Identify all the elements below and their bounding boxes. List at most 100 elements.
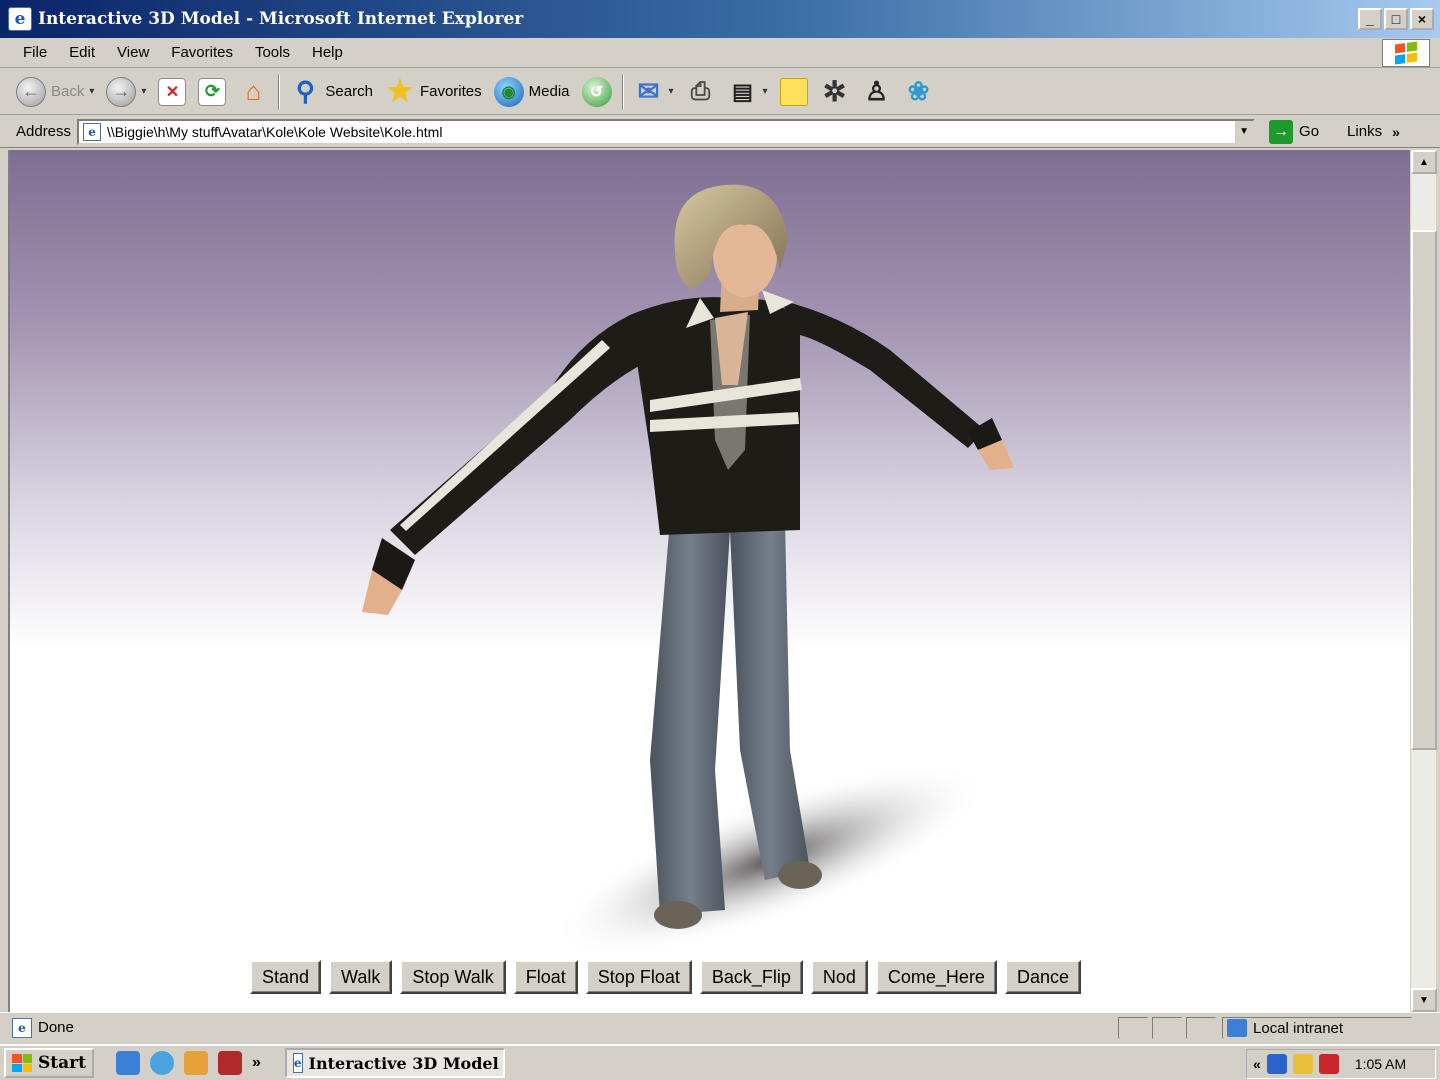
avatar-right-arm	[780, 300, 985, 448]
address-input[interactable]: e \\Biggie\h\My stuff\Avatar\Kole\Kole W…	[77, 118, 1256, 145]
security-zone[interactable]: Local intranet	[1222, 1017, 1412, 1039]
print-button[interactable]: ⎙	[680, 72, 722, 112]
tray-user-icon[interactable]	[1266, 1054, 1287, 1074]
quicklaunch-chevron-icon[interactable]: »	[252, 1054, 261, 1072]
menu-view[interactable]: View	[106, 44, 160, 61]
links-chevron-icon[interactable]: »	[1392, 124, 1400, 140]
close-button[interactable]: ×	[1410, 8, 1434, 30]
menu-edit[interactable]: Edit	[58, 44, 106, 61]
favorites-label: Favorites	[419, 83, 482, 100]
address-url[interactable]: \\Biggie\h\My stuff\Avatar\Kole\Kole Web…	[107, 124, 442, 140]
refresh-icon: ⟳	[198, 77, 227, 106]
scroll-down-icon[interactable]: ▼	[1411, 988, 1437, 1012]
research-button[interactable]: ✲	[814, 72, 856, 112]
links-button[interactable]: Links	[1347, 123, 1382, 140]
status-bar: e Done Local intranet	[0, 1012, 1440, 1042]
note-icon	[779, 77, 808, 106]
toolbar: ← Back ▾ → ▾ ✕ ⟳ ⌂ ⚲ Search ★ Favorites …	[0, 69, 1440, 115]
windows-flag-icon	[12, 1054, 32, 1072]
discuss-button[interactable]	[774, 72, 814, 112]
window-title: Interactive 3D Model - Microsoft Interne…	[38, 9, 524, 29]
history-icon: ↺	[581, 76, 612, 107]
refresh-button[interactable]: ⟳	[192, 72, 232, 112]
menu-tools[interactable]: Tools	[244, 44, 301, 61]
windows-logo-icon	[1382, 39, 1430, 67]
status-cell	[1152, 1017, 1182, 1039]
back-flip-button[interactable]: Back_Flip	[699, 960, 803, 994]
stop-float-button[interactable]: Stop Float	[585, 960, 692, 994]
start-button[interactable]: Start	[4, 1048, 94, 1078]
back-arrow-icon: ←	[16, 76, 46, 107]
messenger-button[interactable]: ♙	[856, 72, 898, 112]
menu-bar: File Edit View Favorites Tools Help	[0, 38, 1440, 68]
address-dropdown-icon[interactable]: ▼	[1233, 120, 1254, 143]
scroll-up-icon[interactable]: ▲	[1411, 150, 1437, 174]
dance-button[interactable]: Dance	[1004, 960, 1081, 994]
star-icon: ★	[386, 75, 414, 108]
intranet-icon	[1227, 1019, 1247, 1037]
menu-file[interactable]: File	[12, 44, 58, 61]
avatar-left-shoe	[654, 901, 702, 929]
back-label: Back	[51, 83, 85, 100]
status-page-icon: e	[12, 1017, 32, 1038]
gear-icon: ✲	[822, 76, 847, 107]
vertical-scrollbar[interactable]: ▲ ▼	[1410, 150, 1437, 1012]
task-label: Interactive 3D Model ...	[308, 1053, 505, 1073]
scroll-thumb[interactable]	[1411, 230, 1437, 750]
taskbar-window-button[interactable]: e Interactive 3D Model ...	[284, 1048, 505, 1078]
avatar-3d-model[interactable]	[10, 150, 1410, 950]
toolbar-separator	[621, 74, 624, 109]
search-icon: ⚲	[295, 76, 315, 106]
forward-button[interactable]: → ▾	[100, 72, 152, 112]
back-button[interactable]: ← Back ▾	[10, 72, 100, 112]
favorites-button[interactable]: ★ Favorites	[379, 72, 488, 112]
maximize-button[interactable]: □	[1384, 8, 1408, 30]
tray-antivirus-icon[interactable]	[1318, 1054, 1339, 1074]
mail-dropdown-icon[interactable]: ▾	[669, 86, 674, 97]
page-content: Stand Walk Stop Walk Float Stop Float Ba…	[8, 150, 1410, 1012]
edit-button[interactable]: ▤ ▾	[722, 72, 774, 112]
go-button[interactable]: → Go	[1269, 119, 1319, 144]
tray-chevron-icon[interactable]: «	[1253, 1056, 1261, 1072]
ie-quicklaunch-icon[interactable]	[149, 1051, 174, 1075]
menu-help[interactable]: Help	[301, 44, 354, 61]
animation-controls: Stand Walk Stop Walk Float Stop Float Ba…	[250, 960, 1081, 994]
start-label: Start	[38, 1053, 86, 1073]
nod-button[interactable]: Nod	[810, 960, 868, 994]
show-desktop-icon[interactable]	[115, 1051, 140, 1075]
edit-icon: ▤	[732, 78, 753, 104]
walk-button[interactable]: Walk	[329, 960, 393, 994]
forward-arrow-icon: →	[106, 76, 137, 107]
minimize-button[interactable]: _	[1358, 8, 1382, 30]
address-bar: Address e \\Biggie\h\My stuff\Avatar\Kol…	[0, 116, 1440, 148]
forward-dropdown-icon[interactable]: ▾	[141, 86, 146, 97]
menu-favorites[interactable]: Favorites	[160, 44, 244, 61]
search-button[interactable]: ⚲ Search	[284, 72, 379, 112]
avatar-left-arm	[390, 315, 650, 555]
yahoo-icon[interactable]	[217, 1051, 242, 1075]
clock[interactable]: 1:05 AM	[1355, 1056, 1406, 1072]
mail-button[interactable]: ✉ ▾	[628, 72, 680, 112]
float-button[interactable]: Float	[513, 960, 578, 994]
avatar-arm-stripe	[400, 340, 610, 531]
history-button[interactable]: ↺	[576, 72, 618, 112]
come-here-button[interactable]: Come_Here	[875, 960, 997, 994]
ie-icon: e	[8, 7, 32, 31]
tray-network-icon[interactable]	[1292, 1054, 1313, 1074]
mail-icon: ✉	[637, 76, 660, 106]
go-arrow-icon: →	[1269, 119, 1294, 144]
taskbar: Start » e Interactive 3D Model ... « 1:0…	[0, 1044, 1440, 1080]
person-icon: ♙	[864, 76, 889, 106]
home-button[interactable]: ⌂	[232, 72, 274, 112]
status-cell	[1118, 1017, 1148, 1039]
media-button[interactable]: ◉ Media	[488, 72, 576, 112]
stand-button[interactable]: Stand	[250, 960, 322, 994]
status-cell	[1186, 1017, 1216, 1039]
back-dropdown-icon[interactable]: ▾	[89, 86, 94, 97]
msn-button[interactable]: ❀	[898, 72, 940, 112]
stop-walk-button[interactable]: Stop Walk	[400, 960, 506, 994]
app-quicklaunch-icon[interactable]	[183, 1051, 208, 1075]
edit-dropdown-icon[interactable]: ▾	[763, 86, 768, 97]
search-label: Search	[325, 83, 373, 100]
stop-button[interactable]: ✕	[152, 72, 192, 112]
